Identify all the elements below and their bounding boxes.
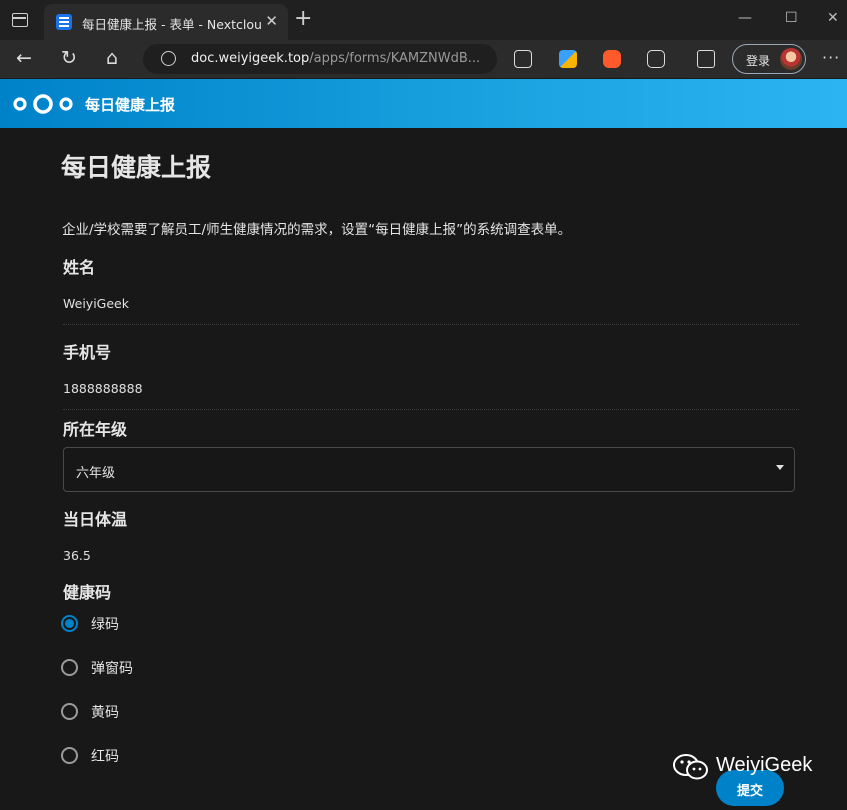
form-title: 每日健康上报 <box>61 153 212 182</box>
question-phone-label: 手机号 <box>63 343 112 362</box>
forms-favicon-icon <box>56 14 72 30</box>
divider <box>63 409 799 410</box>
grade-select[interactable]: 六年级 <box>63 447 795 492</box>
question-name-label: 姓名 <box>63 258 96 277</box>
grade-selected-value: 六年级 <box>76 466 116 481</box>
browser-toolbar: ← ↻ ⌂ doc.weiyigeek.top/apps/forms/KAMZN… <box>0 40 847 79</box>
submit-label: 提交 <box>736 784 763 799</box>
extension-icon[interactable] <box>514 50 532 68</box>
radio-label-yellow-code[interactable]: 黄码 <box>91 702 119 722</box>
divider <box>63 324 799 325</box>
url-text: doc.weiyigeek.top/apps/forms/KAMZNWdB... <box>191 51 481 66</box>
site-info-icon[interactable] <box>161 51 176 66</box>
radio-label-green-code[interactable]: 绿码 <box>91 614 119 634</box>
collections-icon[interactable] <box>697 50 715 68</box>
question-health-code-label: 健康码 <box>63 583 112 602</box>
radio-green-code[interactable] <box>61 615 78 632</box>
home-icon[interactable]: ⌂ <box>106 47 118 69</box>
maximize-icon[interactable]: ☐ <box>785 10 798 26</box>
watermark-text: WeiyiGeek <box>716 754 813 776</box>
question-temperature-label: 当日体温 <box>63 510 128 529</box>
tab-actions-icon[interactable] <box>12 13 28 27</box>
radio-popup-code[interactable] <box>61 659 78 676</box>
reader-icon[interactable] <box>603 50 621 68</box>
extensions-puzzle-icon[interactable] <box>647 50 665 68</box>
radio-yellow-code[interactable] <box>61 703 78 720</box>
address-bar[interactable]: doc.weiyigeek.top/apps/forms/KAMZNWdB... <box>143 44 497 74</box>
refresh-icon[interactable]: ↻ <box>61 47 77 69</box>
radio-label-red-code[interactable]: 红码 <box>91 746 119 766</box>
tab-title: 每日健康上报 - 表单 - Nextcloud <box>82 17 262 32</box>
back-arrow-icon[interactable]: ← <box>16 47 32 69</box>
phone-input[interactable]: 1888888888 <box>63 381 143 396</box>
avatar <box>780 48 802 70</box>
name-input[interactable]: WeiyiGeek <box>63 296 129 311</box>
translate-icon[interactable] <box>559 50 577 68</box>
app-title: 每日健康上报 <box>85 96 176 114</box>
nextcloud-logo-icon[interactable] <box>12 93 74 115</box>
more-options-icon[interactable]: ··· <box>822 48 840 67</box>
form-content: 每日健康上报 企业/学校需要了解员工/师生健康情况的需求，设置“每日健康上报”的… <box>0 128 847 810</box>
caret-down-icon <box>776 465 784 470</box>
radio-label-popup-code[interactable]: 弹窗码 <box>91 658 133 678</box>
minimize-icon[interactable]: — <box>738 10 752 26</box>
browser-tab[interactable]: 每日健康上报 - 表单 - Nextcloud ✕ <box>44 4 288 40</box>
temperature-input[interactable]: 36.5 <box>63 548 91 563</box>
window-close-icon[interactable]: ✕ <box>827 10 839 26</box>
wechat-icon <box>673 754 708 780</box>
app-header: 每日健康上报 <box>0 79 847 128</box>
tab-close-icon[interactable]: ✕ <box>265 12 278 30</box>
new-tab-icon[interactable]: + <box>294 8 312 30</box>
radio-red-code[interactable] <box>61 747 78 764</box>
question-grade-label: 所在年级 <box>63 420 128 439</box>
login-label: 登录 <box>746 54 771 68</box>
form-description: 企业/学校需要了解员工/师生健康情况的需求，设置“每日健康上报”的系统调查表单。 <box>62 222 572 238</box>
browser-tab-bar: 每日健康上报 - 表单 - Nextcloud ✕ + — ☐ ✕ <box>0 0 847 40</box>
login-button[interactable]: 登录 <box>732 44 806 74</box>
